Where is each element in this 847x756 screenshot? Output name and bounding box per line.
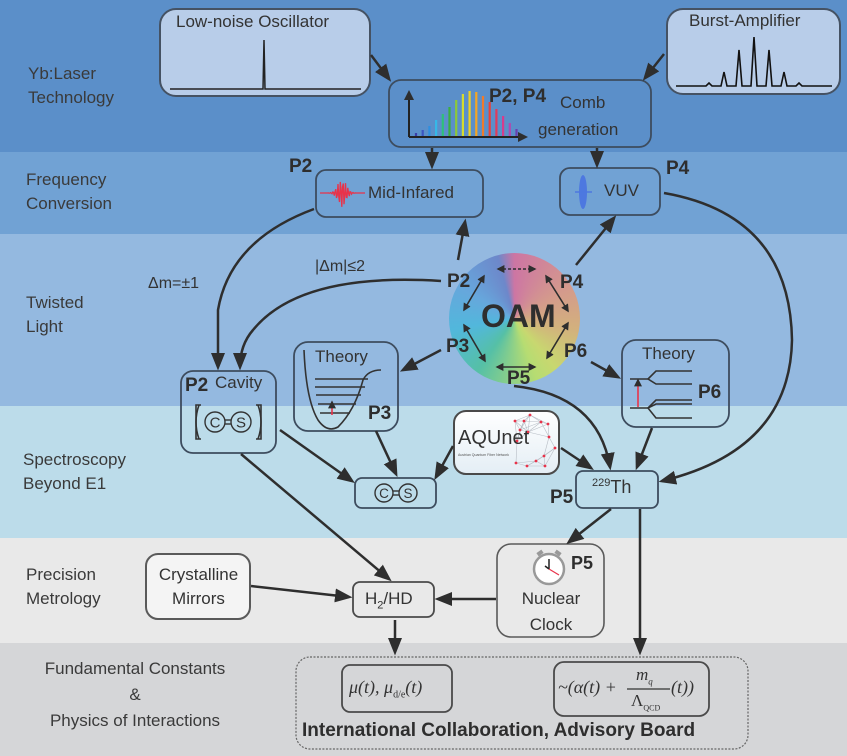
alpha-formula-denominator: ΛQCD: [631, 691, 660, 712]
clock-line: Clock: [529, 615, 573, 634]
mir-project-label: P2: [289, 156, 313, 177]
edge-theory-p6-thorium: [635, 427, 654, 471]
atom-s-label: S: [236, 415, 246, 432]
burst-amplifier-label: Burst-Amplifier: [689, 11, 801, 30]
cavity-molecule-icon: CS: [204, 411, 252, 433]
atom-s-label: S: [403, 486, 412, 501]
stopwatch-icon: [532, 549, 566, 586]
comb-projects-label: P2, P4: [489, 86, 547, 107]
flow-diagram: CS CS: [145, 8, 841, 750]
network-node: [528, 413, 532, 417]
thorium-label: 229Th: [592, 477, 631, 498]
edge-cavity-cs: [279, 428, 355, 484]
crystalline-line: Crystalline: [158, 565, 239, 584]
collaboration-label: International Collaboration, Advisory Bo…: [302, 720, 696, 741]
numerator-subscript: q: [648, 676, 653, 687]
network-node: [534, 459, 538, 463]
atom-c-label: C: [210, 415, 221, 432]
edge-mirrors-h2hd: [250, 584, 353, 603]
network-node: [539, 420, 543, 424]
alpha-formula-numerator: mq: [636, 665, 653, 686]
h2hd-prefix: H: [365, 589, 378, 608]
network-node: [542, 454, 546, 458]
theory-p6-label: Theory: [642, 344, 695, 363]
mu-formula: μ(t), μd/e(t): [349, 677, 422, 701]
comb-label-line1: Comb: [560, 93, 606, 112]
edge-oam-theory-p6: [590, 360, 622, 379]
numerator-m: m: [636, 665, 649, 684]
network-node: [514, 461, 518, 465]
network-node: [513, 419, 517, 423]
edge-label-delta-m-1: Δm=±1: [148, 275, 200, 292]
edge-mir-cavity: [211, 207, 315, 371]
level-splitting-icon: [630, 370, 692, 419]
cs-molecule-icon: CS: [374, 483, 418, 503]
oam-label: OAM: [481, 298, 556, 334]
oam-project-p2: P2: [447, 271, 471, 292]
mir-label: Mid-Infared: [368, 183, 454, 202]
oam-project-p5: P5: [507, 368, 531, 389]
denominator-subscript: QCD: [643, 703, 661, 713]
comb-label-line2: generation: [538, 120, 619, 139]
cavity-project-label: P2: [185, 375, 209, 396]
oscillator-label: Low-noise Oscillator: [176, 12, 330, 31]
edge-oscillator-comb: [370, 54, 392, 82]
network-node: [553, 446, 557, 450]
thorium-element: Th: [610, 477, 632, 497]
cs-molecule-box[interactable]: [354, 477, 437, 509]
network-node: [547, 435, 551, 439]
edge-cavity-h2hd: [240, 453, 392, 582]
network-node: [543, 464, 547, 468]
vuv-project-label: P4: [666, 158, 690, 179]
aqunet-label: AQUnet: [458, 427, 530, 449]
edge-theory-p3-cs: [374, 430, 398, 478]
alpha-formula-prefix: ~(α(t) +: [558, 677, 617, 697]
theory-p3-project: P3: [368, 403, 392, 424]
alpha-formula-tail: (t)): [671, 677, 694, 697]
h2hd-label: H2/HD: [365, 589, 413, 611]
aqunet-sublabel: Austrian Quantum Fiber Network: [458, 453, 509, 457]
network-node: [522, 419, 526, 423]
mu-formula-tail: (t): [405, 677, 423, 697]
oam-project-p3: P3: [446, 336, 470, 357]
atom-c-label: C: [379, 486, 389, 501]
network-node: [525, 464, 529, 468]
crystalline-mirrors-label: Crystalline Mirrors: [150, 563, 247, 611]
oam-project-p4: P4: [560, 272, 584, 293]
h2hd-suffix: /HD: [383, 589, 413, 608]
edge-label-delta-m-2: |Δm|≤2: [315, 258, 366, 275]
edge-oam-theory-p3: [399, 348, 442, 372]
denominator-lambda: Λ: [631, 691, 644, 710]
mirrors-line: Mirrors: [172, 589, 225, 608]
thorium-mass-number: 229: [592, 477, 611, 489]
oam-project-p6: P6: [564, 341, 588, 362]
nuclear-clock-project: P5: [571, 553, 594, 573]
edge-aqunet-cs: [434, 445, 455, 481]
edge-vuv-thorium: [658, 191, 794, 485]
network-node: [546, 422, 550, 426]
mu-formula-main: μ(t), μ: [349, 677, 394, 697]
cavity-label: Cavity: [215, 373, 263, 392]
thorium-project-label: P5: [550, 487, 574, 508]
theory-p3-label: Theory: [315, 347, 368, 366]
edge-thorium-clock: [566, 508, 612, 545]
nuclear-line: Nuclear: [521, 589, 581, 608]
edge-aqunet-thorium: [560, 446, 594, 470]
nuclear-clock-label: Nuclear Clock: [500, 586, 602, 638]
edge-oam-vuv: [575, 215, 617, 266]
vuv-label: VUV: [604, 181, 639, 200]
theory-p6-project: P6: [698, 382, 722, 403]
mu-formula-subscript: d/e: [393, 689, 406, 701]
edge-burst-comb: [642, 53, 665, 81]
